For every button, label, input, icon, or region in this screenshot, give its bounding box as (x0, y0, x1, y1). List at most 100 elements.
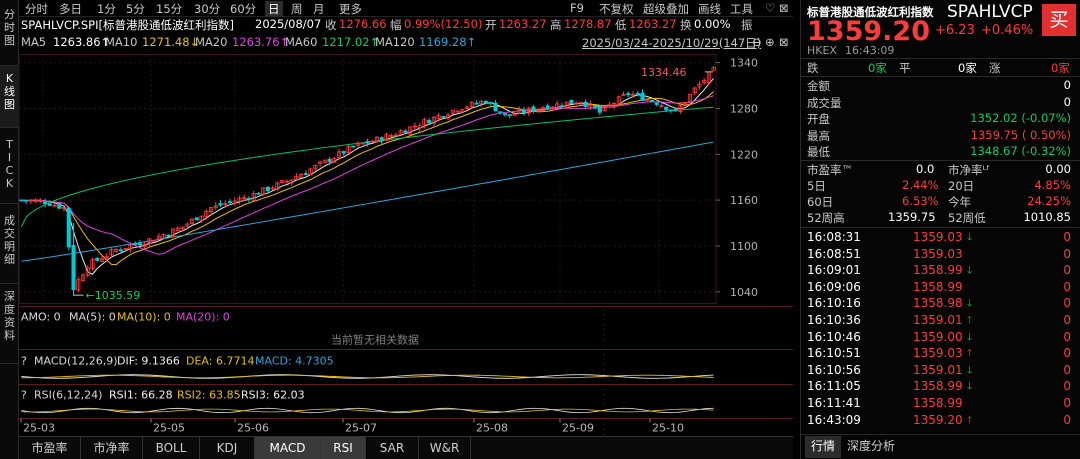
tools-button[interactable]: 工具 (730, 1, 753, 17)
down-arrow-icon: 🡓 (967, 381, 973, 393)
ratio-label: 市盈率™ (807, 163, 853, 177)
stat-high: 最高 1359.75 ( 0.50%) (801, 127, 1080, 144)
low-value: 1263.27 (629, 17, 677, 31)
candle-body (379, 137, 384, 142)
candle-body (583, 101, 588, 107)
tab-macd[interactable]: MACD (255, 437, 321, 459)
period-multiday[interactable]: 多日 (59, 1, 82, 17)
period-day[interactable]: 日 (265, 1, 283, 17)
candle-body (640, 92, 645, 101)
tick-price: 1358.99 (913, 263, 963, 278)
tab-timeshare[interactable]: 分时图 (0, 2, 19, 66)
period-15min[interactable]: 15分 (156, 1, 182, 17)
macd-dea: DEA: 6.7714 (186, 355, 254, 368)
stat-label: 最低 (807, 145, 830, 159)
candle-body (66, 207, 71, 248)
tick-volume: 0 (1063, 246, 1071, 261)
period-week[interactable]: 周 (291, 1, 303, 17)
period-5min[interactable]: 5分 (126, 1, 145, 17)
tab-kdj[interactable]: KDJ (200, 437, 255, 459)
rsi1-value: RSI1: 66.28 (109, 389, 173, 402)
period-30min[interactable]: 30分 (194, 1, 220, 17)
amplitude-label: 振 (741, 18, 753, 32)
candle-body (166, 234, 171, 237)
period-more[interactable]: 更多 (339, 1, 362, 17)
tab-wr[interactable]: W&R (419, 437, 471, 459)
tab-deep-analysis[interactable]: 深度分析 (847, 436, 895, 458)
kline-chart[interactable]: 1340 1280 1220 1160 1100 1040 1334.46 ←1035.59… (19, 51, 793, 443)
tick-volume: 0 (1063, 296, 1071, 311)
tick-row: 16:09:06 1358.99 0 (801, 279, 1080, 296)
low-marker-label: ←1035.59 (86, 289, 141, 302)
bar-date: 2025/08/07 (255, 17, 322, 31)
candle-body (483, 100, 489, 104)
tick-volume: 0 (1063, 379, 1071, 394)
zoom-out-icon[interactable]: ⊖ (752, 35, 762, 49)
chart-grid (19, 54, 717, 304)
left-view-tabs: 分时图 K线图 TICK 成交明细 深度资料 (0, 0, 19, 459)
period-1min[interactable]: 1分 (97, 1, 116, 17)
tick-price: 1358.99 (913, 279, 963, 294)
high-label: 高 (550, 18, 562, 32)
x-tick-label: 25-03 (23, 422, 55, 435)
tick-time: 16:10:16 (807, 296, 861, 311)
ma5-label: MA5 (21, 35, 47, 49)
tab-sar[interactable]: SAR (366, 437, 419, 459)
stat-value: 1359.75 ( 0.50%) (970, 128, 1071, 142)
tab-quote[interactable]: 行情 (805, 436, 841, 458)
period-timeshare[interactable]: 分时 (25, 1, 48, 17)
candle-body (133, 243, 138, 245)
candle-body (47, 203, 52, 206)
candle-body (227, 201, 233, 204)
stat-open: 开盘 1352.02 (-0.07%) (801, 110, 1080, 127)
ratio-value: 4.85% (1034, 178, 1071, 192)
tick-time: 16:11:41 (807, 396, 861, 410)
ratio-row-5d: 5日 2.44% 20日 4.85% (801, 177, 1080, 194)
stat-low: 最低 1348.67 (-0.32%) (801, 143, 1080, 160)
tick-time: 16:43:09 (807, 412, 861, 427)
adjust-button[interactable]: 不复权 (599, 1, 634, 17)
period-month[interactable]: 月 (313, 1, 325, 17)
amo-ma10: MA(10): 0 (117, 311, 171, 324)
tab-tick[interactable]: TICK (0, 128, 19, 204)
stat-label: 金额 (807, 79, 830, 93)
tab-pb[interactable]: 市净率 (81, 437, 143, 459)
stat-value: 1348.67 (-0.32%) (970, 144, 1071, 158)
tick-volume: 0 (1063, 230, 1071, 244)
tick-price: 1359.03 (913, 346, 963, 361)
favorite-icon[interactable]: ♡ (765, 1, 775, 15)
tick-volume: 0 (1063, 346, 1071, 361)
overlay-button[interactable]: 超级叠加 (643, 1, 689, 17)
close-value: 1276.66 (339, 17, 387, 31)
candle-body (635, 92, 640, 95)
tab-depth-data[interactable]: 深度资料 (0, 284, 19, 364)
ma20-line (21, 95, 714, 255)
candle-body (95, 258, 100, 261)
tab-rsi[interactable]: RSI (321, 437, 366, 459)
x-tick-label: 25-10 (652, 422, 684, 435)
tab-trade-detail[interactable]: 成交明细 (0, 204, 19, 284)
tick-row: 16:10:36 1359.01 🡑 0 (801, 312, 1080, 329)
tab-boll[interactable]: BOLL (143, 437, 200, 459)
tab-kline[interactable]: K线图 (0, 66, 19, 128)
amo-ma20: MA(20): 0 (176, 311, 230, 324)
tick-price: 1358.99 (913, 396, 963, 410)
tick-time: 16:10:46 (807, 329, 861, 344)
draw-button[interactable]: 画线 (698, 1, 721, 17)
date-range[interactable]: 2025/03/24-2025/10/29(147日) (582, 35, 761, 51)
tab-pe[interactable]: 市盈率 (19, 437, 81, 459)
buy-button[interactable]: 买 (1042, 4, 1076, 36)
candle-body (246, 197, 252, 200)
zoom-in-icon[interactable]: ⊕ (765, 35, 775, 49)
period-60min[interactable]: 60分 (230, 1, 256, 17)
x-tick-label: 25-07 (345, 422, 377, 435)
x-tick-label: 25-06 (237, 422, 269, 435)
tick-row: 16:11:41 1358.99 0 (801, 395, 1080, 412)
close-label: 收 (325, 18, 337, 32)
tick-time: 16:08:51 (807, 246, 861, 261)
close-panel-icon[interactable]: ⊠ (779, 35, 789, 49)
candle-body (474, 102, 479, 105)
close-icon[interactable]: ⊠ (779, 1, 789, 15)
f9-button[interactable]: F9 (570, 1, 584, 15)
tick-price: 1359.03 (913, 246, 963, 261)
